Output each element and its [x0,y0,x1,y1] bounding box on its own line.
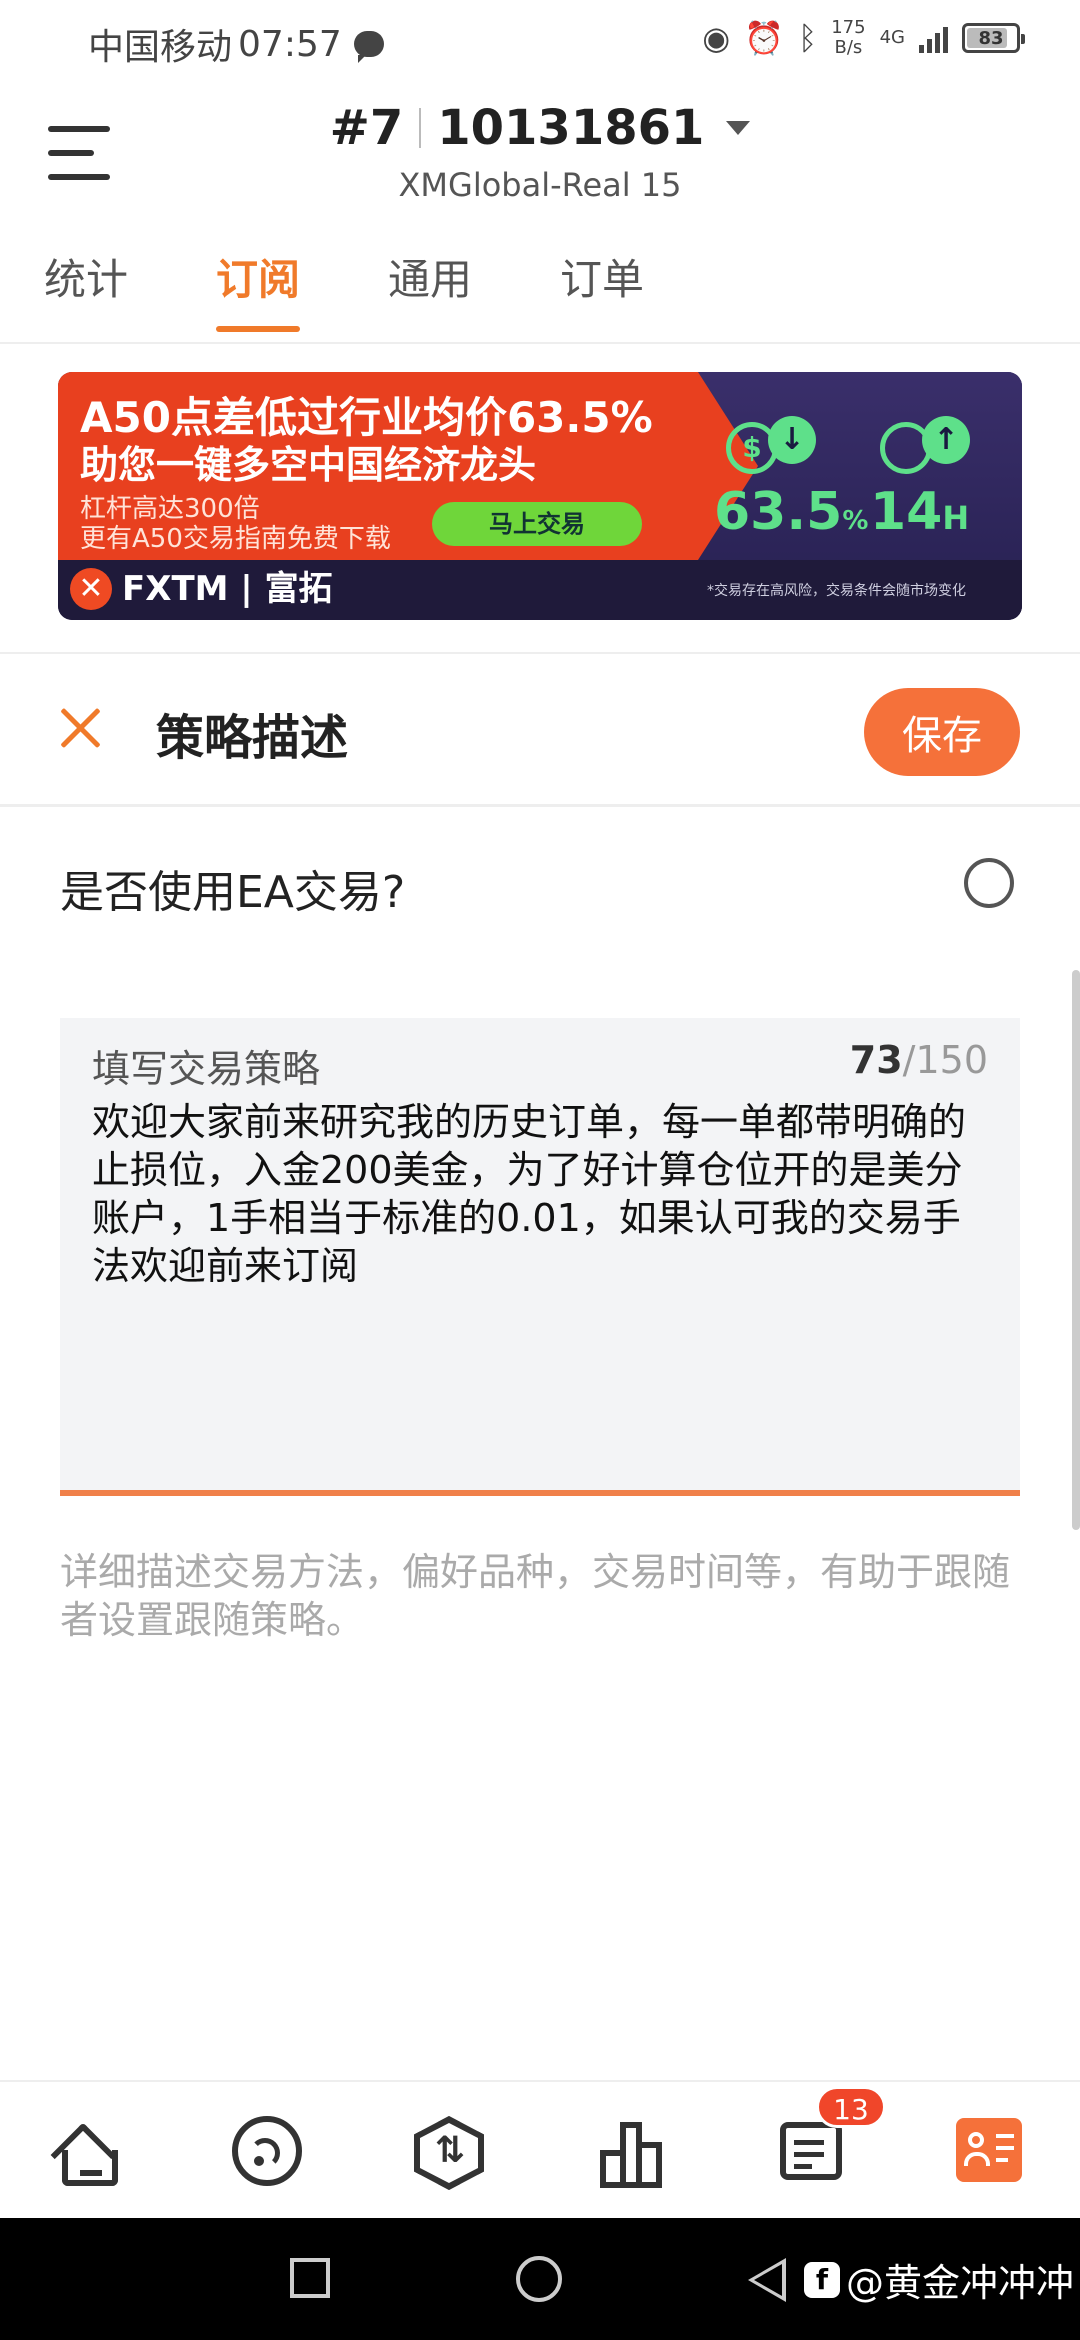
watermark-logo-icon: f [804,2261,840,2298]
account-line[interactable]: #7 10131861 [0,100,1080,156]
ea-radio-button[interactable] [964,858,1014,908]
strategy-title: 策略描述 [156,710,349,766]
divider [0,652,1080,654]
watermark-text: @黄金冲冲冲 [846,2261,1075,2305]
home-icon[interactable] [50,2116,128,2192]
tab-bar: 统计 订阅 通用 订单 [0,250,1080,342]
banner-stat-hours-unit: H [942,499,970,537]
save-button[interactable]: 保存 [864,688,1020,776]
server-name: XMGlobal-Real 15 [398,166,682,204]
arrow-up-icon: ↑ [922,416,970,464]
system-nav-bar: f @黄金冲冲冲 [0,2218,1080,2340]
close-icon[interactable] [58,706,102,750]
account-number: 10131861 [437,100,705,156]
signal-icon [919,23,948,53]
banner-stat-hours: 14H [870,482,969,542]
banner-stat-spread: 63.5% [714,482,868,542]
banner-subheadline: 助您一键多空中国经济龙头 [80,443,537,487]
strategy-text[interactable]: 欢迎大家前来研究我的历史订单，每一单都带明确的止损位，入金200美金，为了好计算… [92,1098,992,1290]
ea-question-label: 是否使用EA交易? [60,867,406,918]
alarm-icon: ⏰ [744,19,785,57]
char-max: /150 [902,1038,988,1082]
banner-stat-spread-value: 63.5 [714,482,843,542]
bottom-nav: ⇅ [0,2080,1080,2218]
chart-icon[interactable] [596,2116,672,2192]
ad-banner[interactable]: A50点差低过行业均价63.5% 助您一键多空中国经济龙头 杠杆高达300倍 更… [58,372,1022,620]
trade-icon[interactable]: ⇅ [412,2116,488,2192]
account-index: #7 [329,100,404,156]
scrollbar[interactable] [1072,970,1080,1530]
account-separator [419,108,422,148]
clock: 07:57 [238,23,342,65]
caret-down-icon[interactable] [726,121,751,135]
banner-guide-text: 更有A50交易指南免费下载 [80,524,391,554]
banner-stat-spread-unit: % [842,506,869,536]
message-badge: 13 [816,2086,886,2128]
tab-orders[interactable]: 订单 [560,250,644,342]
network-type: 4G [879,27,905,48]
arrow-down-icon: ↓ [768,416,816,464]
banner-trade-button[interactable]: 马上交易 [432,502,642,546]
banner-brand-name: FXTM [122,569,229,609]
battery-level: 83 [978,27,1004,49]
char-counter: 73/150 [850,1038,988,1082]
status-right: ◉ ⏰ ᛒ 175 B/s 4G 83 [702,18,1025,58]
recent-apps-icon[interactable] [290,2258,330,2298]
status-left: 中国移动 07:57 [88,18,384,70]
carrier-name: 中国移动 [88,27,233,68]
chat-notification-icon [353,31,384,63]
watermark: f @黄金冲冲冲 [804,2252,1074,2307]
feed-icon[interactable] [232,2116,308,2192]
tab-subscribe[interactable]: 订阅 [216,250,301,342]
network-speed: 175 B/s [831,18,865,58]
char-count: 73 [849,1038,903,1082]
battery-icon: 83 [962,23,1025,53]
strategy-textarea[interactable]: 填写交易策略 73/150 欢迎大家前来研究我的历史订单，每一单都带明确的止损位… [60,1018,1020,1496]
network-speed-value: 175 [831,17,866,38]
fxtm-logo-icon: ✕ [70,568,112,610]
divider [0,342,1080,344]
back-icon[interactable] [748,2258,786,2302]
status-bar: 中国移动 07:57 ◉ ⏰ ᛒ 175 B/s 4G 83 [0,0,1080,84]
divider [0,804,1080,807]
strategy-hint: 详细描述交易方法，偏好品种，交易时间等，有助于跟随者设置跟随策略。 [60,1550,1011,1642]
tab-general[interactable]: 通用 [388,250,472,342]
banner-brand: FXTM | 富拓 [122,569,333,609]
banner-brand-cn: 富拓 [264,569,333,609]
profile-card-icon[interactable] [956,2116,1032,2192]
network-speed-unit: B/s [834,37,863,58]
tab-stats[interactable]: 统计 [44,250,128,342]
banner-stat-hours-value: 14 [870,482,943,542]
bluetooth-icon: ᛒ [798,19,818,57]
home-button-icon[interactable] [516,2256,562,2302]
account-selector[interactable]: #7 10131861 XMGlobal-Real 15 [0,100,1080,204]
eye-icon: ◉ [702,19,731,57]
banner-disclaimer: *交易存在高风险，交易条件会随市场变化 [707,583,966,599]
strategy-field-label: 填写交易策略 [92,1047,321,1091]
